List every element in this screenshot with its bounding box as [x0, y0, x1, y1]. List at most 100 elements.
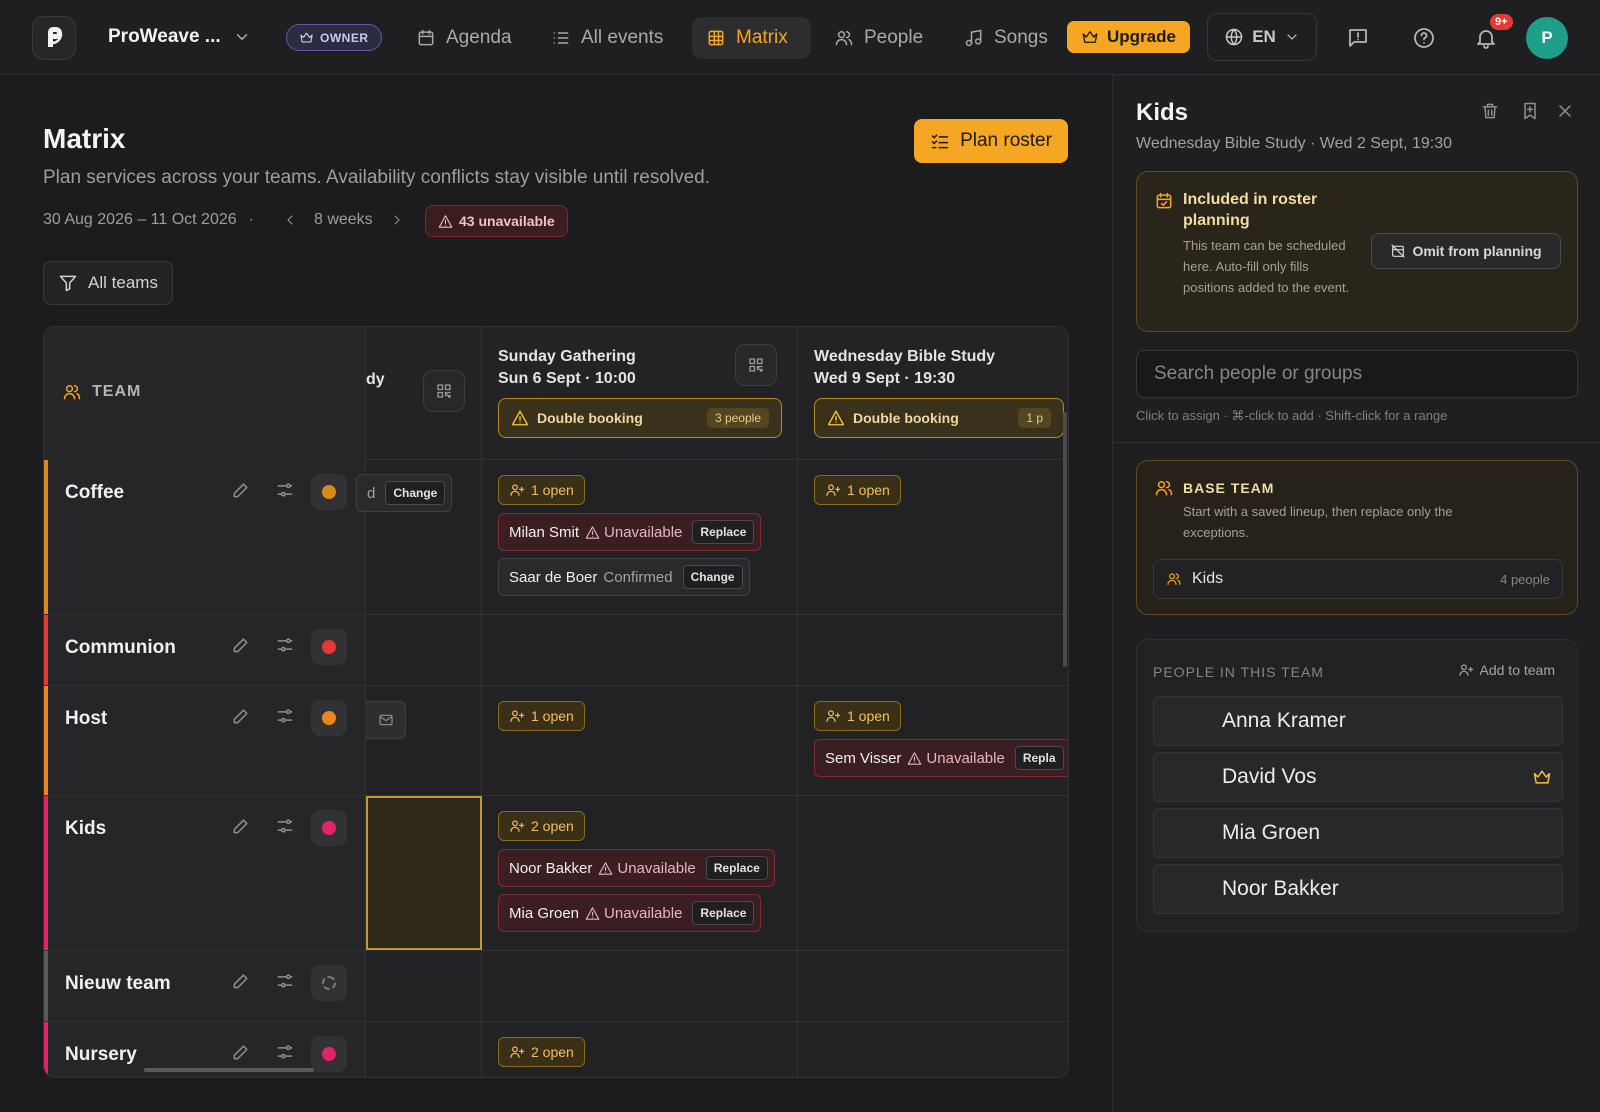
team-name[interactable]: Nursery	[65, 1044, 137, 1066]
team-name[interactable]: Host	[65, 708, 107, 730]
people-icon	[1155, 481, 1173, 496]
nav-songs[interactable]: Songs	[950, 17, 1062, 59]
edit-team-button[interactable]	[231, 816, 253, 838]
next-range-button[interactable]	[389, 212, 405, 228]
user-avatar[interactable]: P	[1526, 17, 1568, 59]
matrix-cell[interactable]: 2 open	[482, 1022, 798, 1077]
edit-team-button[interactable]	[231, 635, 253, 657]
matrix-cell[interactable]: d Change	[356, 460, 482, 614]
matrix-cell[interactable]: 1 open Milan Smit Unavailable Replace Sa…	[482, 460, 798, 614]
nav-people[interactable]: People	[820, 17, 937, 59]
team-color-button[interactable]	[311, 700, 347, 736]
help-button[interactable]	[1410, 24, 1438, 52]
edit-team-button[interactable]	[231, 480, 253, 502]
team-color-button[interactable]	[311, 474, 347, 510]
omit-from-planning-button[interactable]: Omit from planning	[1371, 233, 1561, 269]
team-member-item[interactable]: David Vos	[1153, 752, 1563, 802]
open-slots-pill[interactable]: 1 open	[498, 701, 585, 731]
edit-team-button[interactable]	[231, 1042, 253, 1064]
assignment-chip[interactable]: Milan Smit Unavailable Replace	[498, 513, 762, 551]
close-panel-button[interactable]	[1555, 101, 1577, 123]
edit-team-button[interactable]	[231, 706, 253, 728]
matrix-cell[interactable]	[366, 615, 482, 685]
team-color-button[interactable]	[311, 965, 347, 1001]
bookmark-button[interactable]	[1520, 101, 1542, 123]
team-color-button[interactable]	[311, 1036, 347, 1072]
team-color-button[interactable]	[311, 629, 347, 665]
team-member-item[interactable]: Anna Kramer	[1153, 696, 1563, 746]
replace-button[interactable]: Replace	[705, 856, 768, 880]
language-selector[interactable]: EN	[1207, 13, 1317, 61]
matrix-cell[interactable]: 2 open Noor Bakker Unavailable Replace M…	[482, 796, 798, 950]
team-settings-button[interactable]	[275, 816, 297, 838]
team-name[interactable]: Coffee	[65, 482, 124, 504]
matrix-cell[interactable]	[482, 951, 798, 1021]
prev-range-button[interactable]	[282, 212, 298, 228]
team-settings-button[interactable]	[275, 971, 297, 993]
assignment-chip[interactable]: Mia Groen Unavailable Replace	[498, 894, 762, 932]
matrix-cell[interactable]	[366, 1022, 482, 1077]
matrix-cell[interactable]	[798, 951, 1068, 1021]
matrix-cell[interactable]	[482, 615, 798, 685]
email-button[interactable]	[366, 701, 406, 739]
change-button[interactable]: Change	[385, 481, 446, 505]
feedback-icon	[1349, 29, 1367, 47]
assignment-chip[interactable]: Sem Visser Unavailable Repla	[814, 739, 1068, 777]
matrix-cell[interactable]	[798, 796, 1068, 950]
open-slots-pill[interactable]: 1 open	[498, 475, 585, 505]
qr-code-button[interactable]	[735, 344, 777, 386]
upgrade-button[interactable]: Upgrade	[1067, 21, 1190, 53]
edit-team-button[interactable]	[231, 971, 253, 993]
matrix-cell[interactable]: 1 open	[798, 460, 1068, 614]
nav-all-events[interactable]: All events	[537, 17, 677, 59]
matrix-cell[interactable]	[798, 1022, 1068, 1077]
double-booking-alert[interactable]: Double booking 1 p	[814, 398, 1064, 438]
matrix-cell[interactable]	[798, 615, 1068, 685]
event-header[interactable]: Wednesday Bible Study Wed 9 Sept · 19:30	[814, 346, 995, 390]
org-switcher[interactable]: ProWeave ...	[108, 26, 251, 48]
open-slots-pill[interactable]: 2 open	[498, 1037, 585, 1067]
nav-agenda[interactable]: Agenda	[402, 17, 526, 59]
team-settings-button[interactable]	[275, 706, 297, 728]
matrix-cell[interactable]: 1 open	[482, 686, 798, 795]
assignment-chip[interactable]: Saar de Boer Confirmed Change	[498, 558, 750, 596]
vertical-scrollbar[interactable]	[1063, 412, 1067, 667]
unavailable-count-pill[interactable]: 43 unavailable	[425, 205, 568, 237]
team-name[interactable]: Communion	[65, 637, 176, 659]
event-header[interactable]: Sunday Gathering Sun 6 Sept · 10:00	[498, 346, 636, 390]
team-settings-button[interactable]	[275, 1042, 297, 1064]
team-color-button[interactable]	[311, 810, 347, 846]
open-slots-pill[interactable]: 1 open	[814, 701, 901, 731]
replace-button[interactable]: Replace	[692, 901, 755, 925]
open-slots-pill[interactable]: 1 open	[814, 475, 901, 505]
change-button[interactable]: Change	[682, 565, 743, 589]
matrix-cell[interactable]	[366, 951, 482, 1021]
matrix-cell[interactable]	[366, 686, 482, 795]
replace-button[interactable]: Repla	[1014, 746, 1064, 770]
matrix-cell[interactable]: 1 open Sem Visser Unavailable Repla	[798, 686, 1068, 795]
add-to-team-button[interactable]: Add to team	[1458, 662, 1555, 678]
app-logo[interactable]	[32, 16, 76, 60]
saved-lineup-item[interactable]: Kids 4 people	[1153, 559, 1563, 599]
horizontal-scrollbar[interactable]	[144, 1068, 314, 1072]
weeks-count[interactable]: 8 weeks	[314, 211, 373, 229]
assignment-chip-partial[interactable]: d Change	[356, 474, 453, 512]
team-filter-button[interactable]: All teams	[43, 261, 173, 305]
delete-button[interactable]	[1480, 101, 1502, 123]
team-member-item[interactable]: Noor Bakker	[1153, 864, 1563, 914]
team-settings-button[interactable]	[275, 635, 297, 657]
nav-matrix[interactable]: Matrix	[692, 17, 811, 59]
open-slots-pill[interactable]: 2 open	[498, 811, 585, 841]
team-member-item[interactable]: Mia Groen	[1153, 808, 1563, 858]
plan-roster-button[interactable]: Plan roster	[914, 119, 1068, 163]
qr-code-button[interactable]	[423, 370, 465, 412]
matrix-cell-selected[interactable]	[366, 796, 482, 950]
team-name[interactable]: Kids	[65, 818, 106, 840]
replace-button[interactable]: Replace	[692, 520, 755, 544]
feedback-button[interactable]	[1344, 24, 1372, 52]
people-search-input[interactable]	[1136, 350, 1578, 398]
assignment-chip[interactable]: Noor Bakker Unavailable Replace	[498, 849, 775, 887]
double-booking-alert[interactable]: Double booking 3 people	[498, 398, 782, 438]
team-name[interactable]: Nieuw team	[65, 973, 171, 995]
team-settings-button[interactable]	[275, 480, 297, 502]
